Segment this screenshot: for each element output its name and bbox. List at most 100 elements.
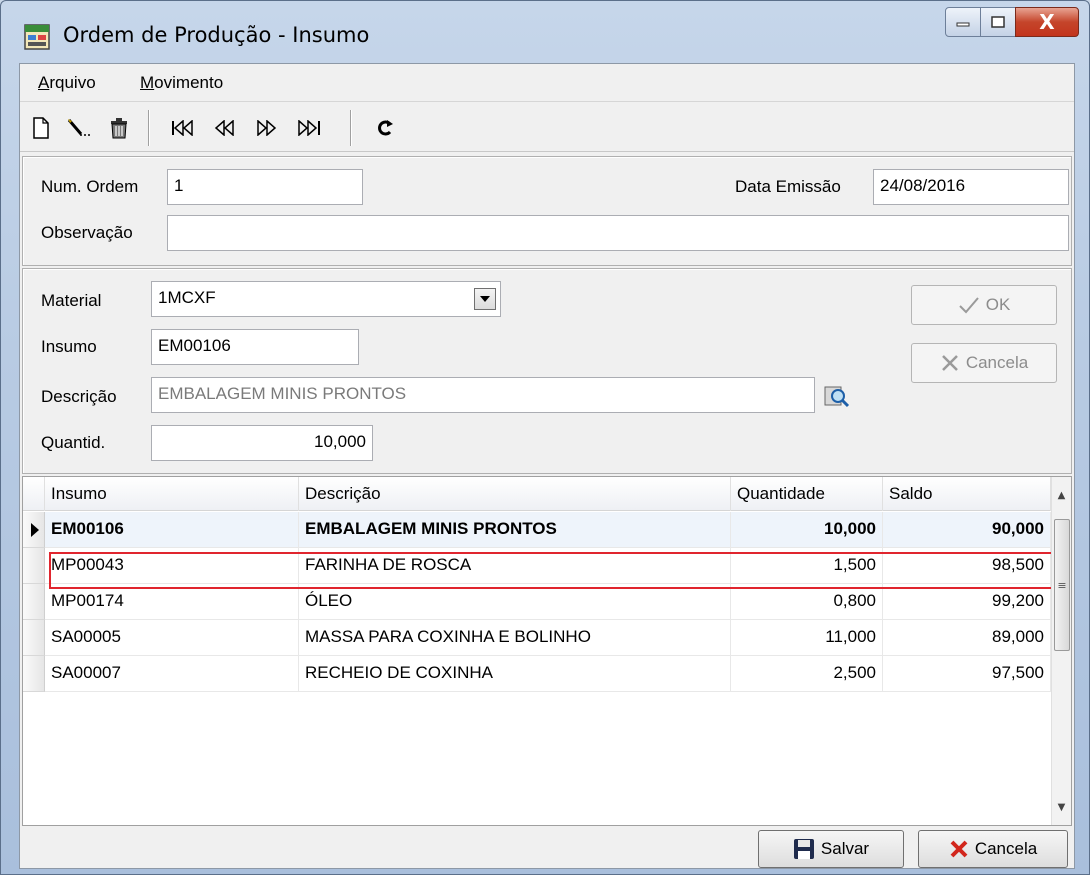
ok-button[interactable]: OK: [911, 285, 1057, 325]
scroll-thumb[interactable]: ≡: [1054, 519, 1070, 651]
cell-saldo: 97,500: [883, 656, 1051, 692]
last-icon: [298, 120, 320, 136]
cell-insumo: MP00174: [45, 584, 299, 620]
cell-saldo: 89,000: [883, 620, 1051, 656]
toolbar-separator: [148, 110, 150, 146]
table-row[interactable]: SA00005 MASSA PARA COXINHA E BOLINHO 11,…: [23, 620, 1051, 656]
next-icon: [257, 120, 277, 136]
window-controls: X: [945, 7, 1079, 41]
item-cancela-button[interactable]: Cancela: [911, 343, 1057, 383]
x-icon: [941, 355, 958, 371]
minimize-button[interactable]: [945, 7, 981, 37]
maximize-icon: [991, 16, 1005, 28]
close-icon: X: [1039, 10, 1055, 34]
cell-saldo: 90,000: [883, 512, 1051, 548]
cell-quantidade: 10,000: [731, 512, 883, 548]
cell-descricao: RECHEIO DE COXINHA: [299, 656, 731, 692]
observacao-label: Observação: [41, 223, 133, 242]
table-row[interactable]: EM00106 EMBALAGEM MINIS PRONTOS 10,000 9…: [23, 512, 1051, 548]
cell-descricao: EMBALAGEM MINIS PRONTOS: [299, 512, 731, 548]
table-row[interactable]: MP00043 FARINHA DE ROSCA 1,500 98,500: [23, 548, 1051, 584]
material-dropdown[interactable]: 1MCXF: [151, 281, 501, 317]
salvar-button[interactable]: Salvar: [758, 830, 904, 868]
grid-header-indicator: [23, 477, 45, 511]
material-label: Material: [41, 291, 102, 310]
cell-quantidade: 0,800: [731, 584, 883, 620]
data-emissao-label: Data Emissão: [735, 177, 841, 196]
cell-saldo: 98,500: [883, 548, 1051, 584]
data-emissao-field[interactable]: 24/08/2016: [873, 169, 1069, 205]
column-quantidade[interactable]: Quantidade: [731, 477, 883, 511]
cell-quantidade: 1,500: [731, 548, 883, 584]
insumo-label: Insumo: [41, 337, 97, 356]
save-icon: [793, 839, 814, 859]
vertical-scrollbar[interactable]: ▲ ≡ ▼: [1051, 477, 1071, 825]
window-title: Ordem de Produção - Insumo: [63, 23, 370, 47]
cell-saldo: 99,200: [883, 584, 1051, 620]
toolbar: [20, 102, 1074, 152]
header-panel: Num. Ordem 1 Data Emissão 24/08/2016 Obs…: [22, 156, 1072, 266]
row-indicator: [23, 548, 45, 584]
column-descricao[interactable]: Descrição: [299, 477, 731, 511]
delete-icon: [111, 118, 127, 139]
edit-button[interactable]: [64, 114, 94, 142]
table-row[interactable]: MP00174 ÓLEO 0,800 99,200: [23, 584, 1051, 620]
cell-descricao: ÓLEO: [299, 584, 731, 620]
scroll-up-icon[interactable]: ▲: [1052, 485, 1071, 505]
cell-quantidade: 11,000: [731, 620, 883, 656]
cell-insumo: EM00106: [45, 512, 299, 548]
prev-icon: [214, 120, 234, 136]
edit-icon: [67, 119, 90, 136]
footer-bar: Salvar Cancela: [20, 828, 1074, 868]
items-grid[interactable]: Insumo Descrição Quantidade Saldo EM0010…: [22, 476, 1072, 826]
quantid-field[interactable]: 10,000: [151, 425, 373, 461]
column-insumo[interactable]: Insumo: [45, 477, 299, 511]
insumo-field[interactable]: EM00106: [151, 329, 359, 365]
chevron-down-icon[interactable]: [474, 288, 496, 310]
next-button[interactable]: [252, 114, 282, 142]
menu-arquivo[interactable]: Arquivo: [38, 73, 96, 93]
last-button[interactable]: [294, 114, 324, 142]
current-row-arrow-icon: [31, 523, 39, 537]
title-bar[interactable]: Ordem de Produção - Insumo X: [1, 1, 1089, 63]
refresh-button[interactable]: [370, 114, 400, 142]
form-icon: [24, 24, 50, 50]
cell-descricao: FARINHA DE ROSCA: [299, 548, 731, 584]
new-icon: [33, 117, 49, 139]
prev-button[interactable]: [210, 114, 240, 142]
cell-insumo: SA00007: [45, 656, 299, 692]
cell-insumo: MP00043: [45, 548, 299, 584]
check-icon: [959, 297, 979, 314]
delete-button[interactable]: [104, 114, 134, 142]
quantid-label: Quantid.: [41, 433, 106, 452]
toolbar-separator: [350, 110, 352, 146]
column-saldo[interactable]: Saldo: [883, 477, 1051, 511]
observacao-field[interactable]: [167, 215, 1069, 251]
cancela-button[interactable]: Cancela: [918, 830, 1068, 868]
close-button[interactable]: X: [1015, 7, 1079, 37]
search-icon[interactable]: [823, 383, 851, 411]
first-button[interactable]: [168, 114, 198, 142]
num-ordem-field[interactable]: 1: [167, 169, 363, 205]
cell-insumo: SA00005: [45, 620, 299, 656]
table-row[interactable]: SA00007 RECHEIO DE COXINHA 2,500 97,500: [23, 656, 1051, 692]
grid-header: Insumo Descrição Quantidade Saldo: [23, 477, 1051, 511]
descricao-label: Descrição: [41, 387, 117, 406]
client-area: Arquivo Movimento Num. Ordem 1 Data Emis…: [19, 63, 1075, 869]
num-ordem-label: Num. Ordem: [41, 177, 139, 196]
refresh-icon: [378, 120, 393, 136]
row-indicator: [23, 512, 45, 548]
cancel-x-icon: [950, 840, 968, 858]
first-icon: [172, 120, 193, 136]
minimize-icon: [956, 22, 970, 27]
row-indicator: [23, 620, 45, 656]
menu-movimento[interactable]: Movimento: [140, 73, 223, 93]
material-value: 1MCXF: [158, 288, 216, 307]
scroll-down-icon[interactable]: ▼: [1052, 797, 1071, 817]
cell-descricao: MASSA PARA COXINHA E BOLINHO: [299, 620, 731, 656]
new-button[interactable]: [26, 114, 56, 142]
item-panel: Material 1MCXF Insumo EM00106 Descrição …: [22, 268, 1072, 474]
menu-bar: Arquivo Movimento: [20, 64, 1074, 102]
maximize-button[interactable]: [980, 7, 1016, 37]
descricao-field: EMBALAGEM MINIS PRONTOS: [151, 377, 815, 413]
